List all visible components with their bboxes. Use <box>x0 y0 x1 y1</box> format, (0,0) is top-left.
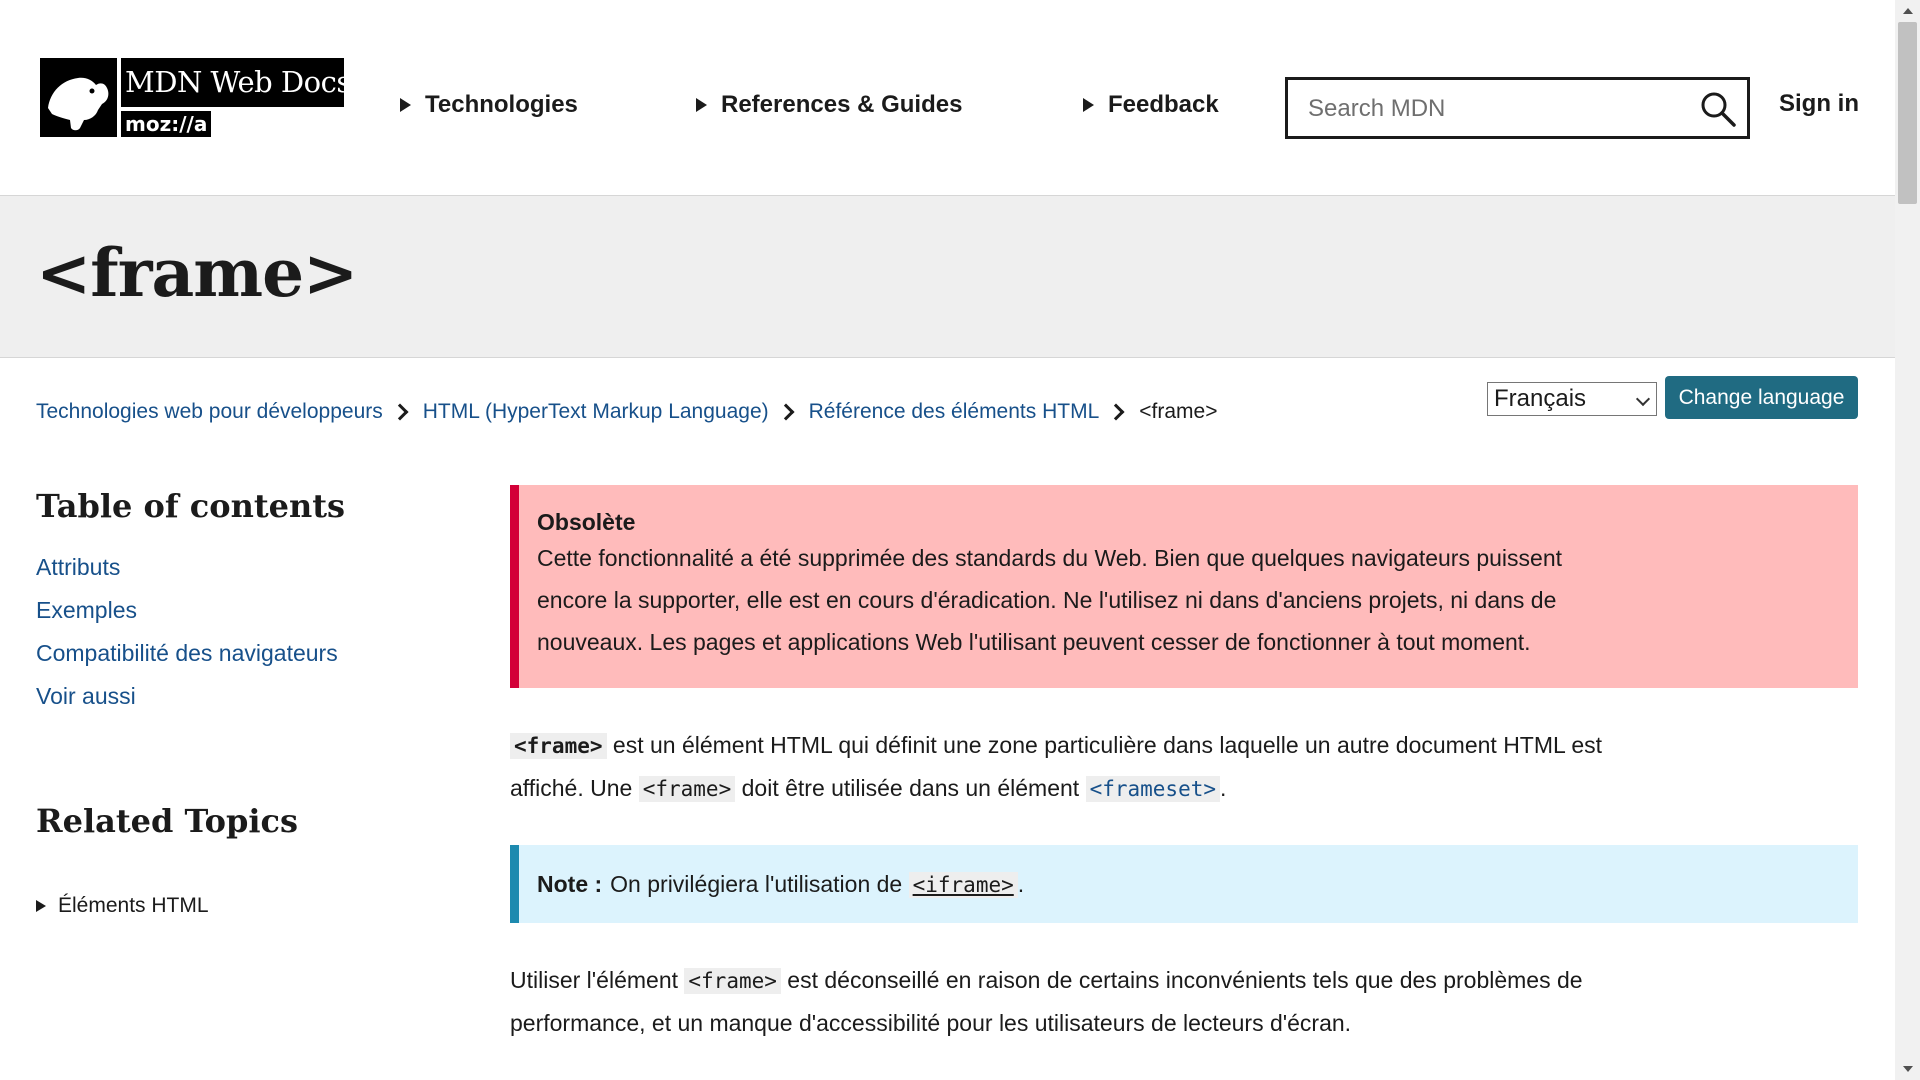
language-selected: Français <box>1494 385 1587 412</box>
toc-heading: Table of contents <box>36 487 346 525</box>
toc-link-attributs[interactable]: Attributs <box>36 554 120 581</box>
para2-text-1: Utiliser l'élément <box>510 967 685 993</box>
site-header: MDN Web Docs moz://a Technologies Refere… <box>0 0 1895 196</box>
mozilla-wordmark: moz://a <box>121 111 212 137</box>
breadcrumb: Technologies web pour développeurs HTML … <box>36 400 1217 424</box>
breadcrumb-element-reference[interactable]: Référence des éléments HTML <box>809 400 1100 424</box>
note-callout: Note : On privilégiera l'utilisation de … <box>510 845 1858 923</box>
chevron-right-icon <box>391 403 409 421</box>
second-paragraph: Utiliser l'élément <frame> est déconseil… <box>510 959 1670 1044</box>
sign-in-link[interactable]: Sign in <box>1779 90 1859 118</box>
frameset-link[interactable]: <frameset> <box>1085 775 1220 802</box>
scrollbar-thumb[interactable] <box>1898 22 1917 204</box>
intro-text-2: doit être utilisée dans un élément <box>735 775 1086 801</box>
obsolete-callout: Obsolète Cette fonctionnalité a été supp… <box>510 485 1858 688</box>
logo-text: MDN Web Docs moz://a <box>121 58 351 137</box>
logo-title: MDN Web Docs <box>121 58 351 107</box>
change-language-button[interactable]: Change language <box>1665 376 1858 419</box>
obsolete-body: Cette fonctionnalité a été supprimée des… <box>537 545 1563 655</box>
nav-label: Feedback <box>1108 91 1219 118</box>
code-frameset: <frameset> <box>1085 776 1220 802</box>
code-iframe: <iframe> <box>908 871 1018 898</box>
code-frame: <frame> <box>684 968 781 994</box>
mdn-logo[interactable]: MDN Web Docs moz://a <box>40 58 351 137</box>
scroll-up-arrow-icon[interactable] <box>1903 8 1913 14</box>
chevron-down-icon <box>1635 391 1651 407</box>
nav-label: Technologies <box>425 91 578 118</box>
dinosaur-logo-icon <box>40 58 117 137</box>
search-input[interactable] <box>1288 80 1690 138</box>
search-box <box>1285 77 1750 139</box>
disclosure-triangle-icon <box>400 98 411 112</box>
search-icon[interactable] <box>1699 90 1737 128</box>
page-title: <frame> <box>36 234 358 312</box>
language-select[interactable]: Français <box>1487 382 1657 416</box>
toc-link-voir-aussi[interactable]: Voir aussi <box>36 683 136 710</box>
disclosure-triangle-icon <box>1083 98 1094 112</box>
nav-feedback[interactable]: Feedback <box>1083 90 1219 120</box>
related-item-elements-html[interactable]: Éléments HTML <box>36 894 209 918</box>
note-text: On privilégiera l'utilisation de <box>610 870 903 897</box>
nav-label: References & Guides <box>721 91 963 118</box>
chevron-right-icon <box>1107 403 1125 421</box>
note-label: Note : <box>537 870 603 897</box>
breadcrumb-html[interactable]: HTML (HyperText Markup Language) <box>423 400 769 424</box>
toc-link-exemples[interactable]: Exemples <box>36 597 137 624</box>
vertical-scrollbar[interactable] <box>1895 0 1920 1080</box>
code-frame: <frame> <box>510 733 607 759</box>
breadcrumb-web-technologies[interactable]: Technologies web pour développeurs <box>36 400 383 424</box>
breadcrumb-current: <frame> <box>1139 400 1218 423</box>
intro-text-3: . <box>1220 775 1227 801</box>
obsolete-title: Obsolète <box>537 509 636 535</box>
toc-link-compatibilite[interactable]: Compatibilité des navigateurs <box>36 640 338 667</box>
scroll-down-arrow-icon[interactable] <box>1903 1066 1913 1072</box>
code-frame: <frame> <box>638 776 736 802</box>
chevron-right-icon <box>777 403 795 421</box>
related-item-label: Éléments HTML <box>58 894 209 917</box>
nav-references-guides[interactable]: References & Guides <box>696 90 962 120</box>
related-topics-heading: Related Topics <box>36 802 299 840</box>
iframe-link[interactable]: <iframe> <box>908 871 1018 898</box>
title-band: <frame> <box>0 196 1895 358</box>
note-end: . <box>1017 870 1025 897</box>
intro-paragraph: <frame> est un élément HTML qui définit … <box>510 724 1670 810</box>
disclosure-triangle-icon <box>36 900 46 912</box>
disclosure-triangle-icon <box>696 98 707 112</box>
nav-technologies[interactable]: Technologies <box>400 90 578 120</box>
